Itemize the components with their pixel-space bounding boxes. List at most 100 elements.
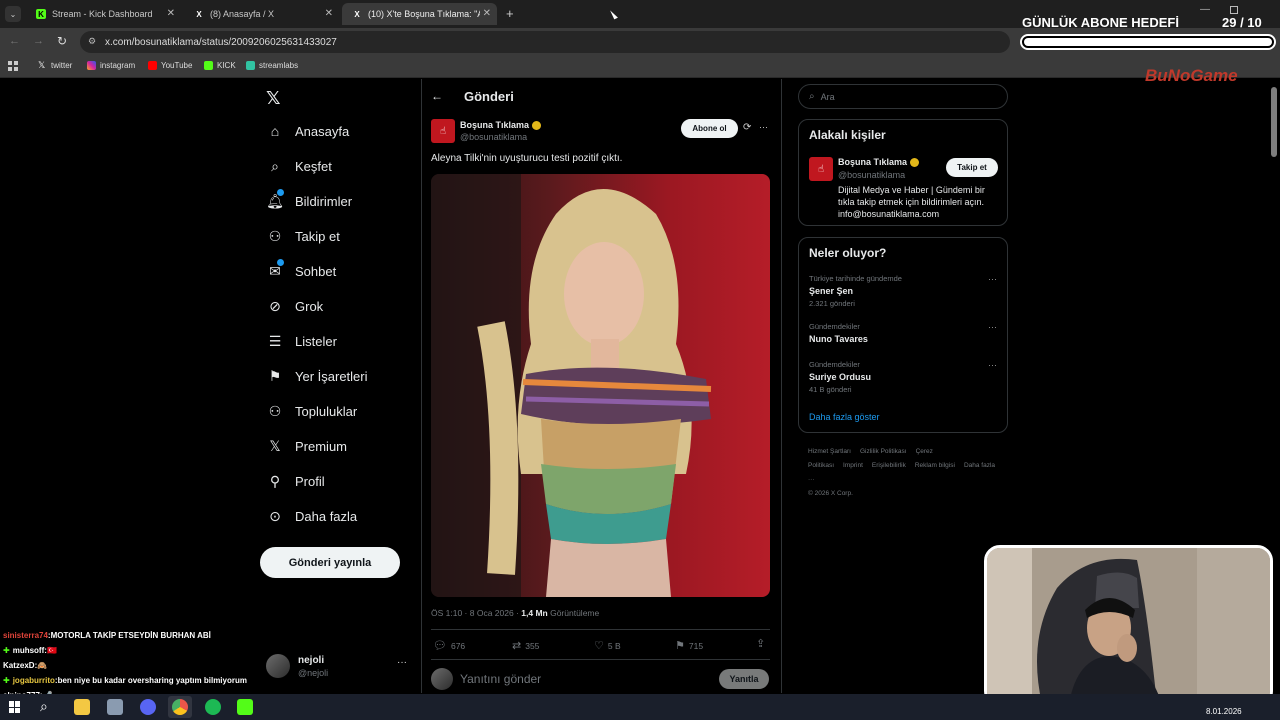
- new-tab-button[interactable]: +: [506, 6, 514, 21]
- minimize-window-button[interactable]: —: [1200, 4, 1210, 15]
- related-avatar[interactable]: ☝: [809, 157, 833, 181]
- chat-message: KatzexD : 🙈: [3, 661, 48, 670]
- tweet-time[interactable]: ÖS 1:10 · 8 Oca 2026 ·: [431, 608, 519, 618]
- sidebar-item-list[interactable]: ☰ Listeler: [267, 333, 337, 349]
- search-input[interactable]: ⌕ Ara: [798, 84, 1008, 109]
- sidebar-item-x-logo[interactable]: 𝕏 Premium: [267, 438, 347, 454]
- related-handle: @bosunatiklama: [838, 170, 906, 180]
- discord-icon[interactable]: [140, 699, 156, 715]
- search-icon[interactable]: ⌕: [40, 698, 48, 715]
- sidebar-item-label: Profil: [295, 473, 325, 489]
- app-icon[interactable]: [107, 699, 123, 715]
- chat-text: ben niye bu kadar oversharing yaptım bil…: [57, 676, 247, 685]
- apps-grid-icon[interactable]: [8, 61, 18, 71]
- bookmark-youtube[interactable]: YouTube: [148, 61, 192, 70]
- sidebar-item-more-circle[interactable]: ⊙ Daha fazla: [267, 508, 357, 524]
- footer-link[interactable]: Hizmet Şartları: [808, 448, 851, 455]
- account-switcher[interactable]: nejoli @nejoli ···: [266, 651, 411, 685]
- close-tab-icon[interactable]: ✕: [325, 8, 333, 19]
- grok-icon[interactable]: ⟳: [743, 122, 751, 133]
- spotify-icon[interactable]: [205, 699, 221, 715]
- x-logo-icon: X: [196, 9, 202, 19]
- forward-arrow-icon[interactable]: →: [33, 35, 44, 47]
- file-explorer-icon[interactable]: [74, 699, 90, 715]
- instagram-icon: [87, 61, 96, 70]
- kick-icon[interactable]: [237, 699, 253, 715]
- sidebar-item-bookmark[interactable]: ⚑ Yer İşaretleri: [267, 368, 368, 384]
- sidebar-item-mail[interactable]: ✉ Sohbet: [267, 259, 336, 279]
- reply-button[interactable]: Yanıtla: [719, 669, 769, 689]
- trend-item[interactable]: Gündemdekiler Nuno Tavares ···: [809, 322, 999, 347]
- account-name: nejoli: [298, 655, 325, 666]
- more-options-icon[interactable]: ···: [988, 274, 997, 284]
- more-options-icon[interactable]: ···: [988, 360, 997, 370]
- url-input[interactable]: ⚙ x.com/bosunatiklama/status/20092060256…: [80, 31, 1010, 53]
- reply-input[interactable]: Yanıtını gönder: [460, 672, 541, 686]
- sidebar-item-person-add[interactable]: ⚇ Takip et: [267, 228, 340, 244]
- footer-link[interactable]: Gizlilik Politikası: [860, 448, 907, 455]
- reply-action[interactable]: 💬︎ 676: [433, 639, 465, 652]
- follow-button[interactable]: Takip et: [946, 158, 998, 177]
- page-title: Gönderi: [464, 89, 514, 104]
- site-info-icon[interactable]: ⚙: [88, 36, 96, 47]
- sidebar-item-home[interactable]: ⌂ Anasayfa: [267, 123, 349, 139]
- more-options-icon[interactable]: ···: [759, 122, 768, 132]
- webcam-overlay: [984, 545, 1273, 707]
- page-scrollbar[interactable]: [1271, 87, 1277, 157]
- show-more-link[interactable]: Daha fazla göster: [809, 412, 880, 422]
- url-text: x.com/bosunatiklama/status/2009206025631…: [105, 36, 337, 48]
- sidebar-item-label: Daha fazla: [295, 508, 358, 524]
- like-action[interactable]: ♡ 5 B: [594, 639, 621, 652]
- post-button[interactable]: Gönderi yayınla: [260, 547, 400, 578]
- tab-search-button[interactable]: ⌄: [5, 6, 21, 22]
- footer-links: Hizmet Şartları Gizlilik Politikası Çerez …: [808, 445, 1003, 501]
- bookmark-action[interactable]: ⚑ 715: [675, 639, 703, 652]
- retweet-action[interactable]: ⇄ 355: [512, 639, 539, 652]
- share-icon[interactable]: ⇪: [756, 637, 765, 650]
- more-options-icon[interactable]: ···: [397, 657, 407, 668]
- bookmark-streamlabs[interactable]: streamlabs: [246, 61, 298, 70]
- trend-item[interactable]: Gündemdekiler Suriye Ordusu 41 B gönderi ··…: [809, 360, 999, 394]
- footer-link[interactable]: Erişilebilirlik: [872, 462, 906, 469]
- tab-x-home[interactable]: X (8) Anasayfa / X ✕: [184, 3, 339, 25]
- related-name[interactable]: Boşuna Tıklama: [838, 157, 920, 168]
- back-button[interactable]: ←: [431, 89, 443, 103]
- pointer-hand-icon: ☝: [817, 163, 825, 175]
- x-logo-icon[interactable]: 𝕏: [266, 88, 281, 109]
- more-circle-icon: ⊙: [269, 507, 281, 524]
- restore-window-button[interactable]: [1230, 6, 1238, 14]
- notification-badge: [277, 259, 284, 266]
- reply-icon: 💬︎: [433, 640, 447, 652]
- trend-item[interactable]: Türkiye tarihinde gündemde Şener Şen 2.321…: [809, 274, 999, 308]
- bookmark-instagram[interactable]: instagram: [87, 61, 135, 70]
- more-options-icon[interactable]: ···: [988, 322, 997, 332]
- tab-x-post[interactable]: X (10) X'te Boşuna Tıklama: "Aley ✕: [342, 3, 497, 25]
- reload-icon[interactable]: ↻: [57, 34, 67, 48]
- tab-kick-dashboard[interactable]: K Stream - Kick Dashboard ✕: [26, 3, 181, 25]
- bookmark-kick[interactable]: KICK: [204, 61, 236, 70]
- subscribe-button[interactable]: Abone ol: [681, 119, 738, 138]
- windows-start-icon[interactable]: [9, 701, 21, 713]
- sidebar-item-grok[interactable]: ⊘ Grok: [267, 298, 323, 314]
- close-tab-icon[interactable]: ✕: [483, 8, 491, 19]
- author-avatar[interactable]: ☝: [431, 119, 455, 143]
- sidebar-item-bell[interactable]: 🔔︎ Bildirimler: [266, 189, 352, 209]
- sidebar-item-communities[interactable]: ⚇ Topluluklar: [267, 403, 357, 419]
- tweet-image[interactable]: [431, 174, 770, 597]
- trends-card: Neler oluyor? Türkiye tarihinde gündemde…: [798, 237, 1008, 433]
- trend-name: Şener Şen: [809, 286, 854, 296]
- column-divider: [781, 79, 782, 693]
- tweet-author[interactable]: Boşuna Tıklama: [460, 120, 542, 131]
- tweet-text: Aleyna Tilki'nin uyuşturucu testi poziti…: [431, 153, 623, 164]
- related-people-card: Alakalı kişiler ☝ Boşuna Tıklama @bosuna…: [798, 119, 1008, 226]
- footer-link[interactable]: Reklam bilgisi: [915, 462, 955, 469]
- tweet-author-handle[interactable]: @bosunatiklama: [460, 132, 527, 142]
- communities-icon: ⚇: [268, 402, 282, 419]
- close-tab-icon[interactable]: ✕: [167, 8, 175, 19]
- footer-link[interactable]: Imprint: [843, 462, 863, 469]
- back-arrow-icon[interactable]: ←: [9, 35, 20, 47]
- sidebar-item-profile[interactable]: ⚲ Profil: [267, 473, 325, 489]
- bookmark-twitter[interactable]: 𝕏 twitter: [38, 61, 72, 71]
- sidebar-item-search[interactable]: ⌕ Keşfet: [267, 158, 332, 174]
- chat-username: jogaburrito: [12, 676, 55, 685]
